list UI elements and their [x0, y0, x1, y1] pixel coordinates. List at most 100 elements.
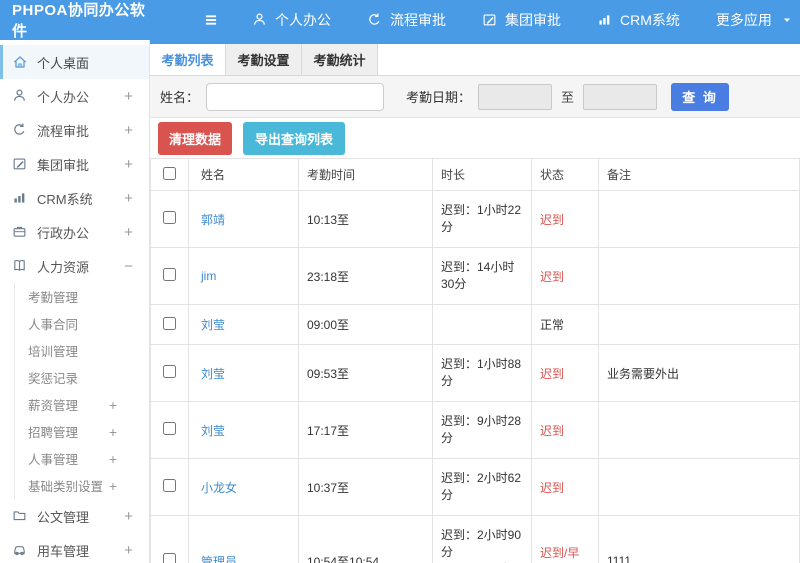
top-nav-item[interactable]: 流程审批	[367, 10, 446, 30]
row-checkbox[interactable]	[163, 268, 176, 281]
sidebar-item-label: 流程审批	[37, 123, 90, 139]
sidebar-subitem[interactable]: 薪资管理 +	[0, 391, 149, 418]
top-nav-item[interactable]: 集团审批	[482, 10, 561, 30]
sidebar-subitem[interactable]: 考勤管理	[0, 283, 149, 310]
sidebar-subitem[interactable]: 人事合同	[0, 310, 149, 337]
col-duration: 时长	[432, 158, 532, 191]
caret-down-icon	[781, 14, 793, 26]
note-cell: 1111	[598, 515, 800, 563]
expand-toggle-icon[interactable]: +	[124, 156, 133, 173]
table-row: 小龙女 10:37至 迟到：2小时62分 迟到	[150, 458, 800, 516]
expand-toggle-icon[interactable]: +	[124, 190, 133, 207]
duration-cell	[432, 304, 532, 345]
expand-toggle-icon[interactable]: +	[124, 224, 133, 241]
hamburger-menu-icon[interactable]	[202, 11, 220, 29]
sidebar-subitem[interactable]: 人事管理 +	[0, 445, 149, 472]
edit-icon	[482, 12, 498, 28]
note-cell: 业务需要外出	[598, 344, 800, 402]
sidebar-item-label: CRM系统	[37, 191, 93, 207]
row-checkbox[interactable]	[163, 365, 176, 378]
top-nav-item[interactable]: 更多应用	[716, 10, 793, 30]
status-cell: 迟到	[531, 190, 599, 248]
duration-cell: 迟到：2小时90分早退：7小时10分	[432, 515, 532, 563]
row-checkbox[interactable]	[163, 422, 176, 435]
attendance-time-cell: 23:18至	[298, 247, 433, 305]
expand-toggle-icon[interactable]: +	[109, 424, 117, 440]
note-cell	[598, 304, 800, 345]
top-nav-label: 个人办公	[275, 12, 331, 28]
sidebar-item[interactable]: 个人办公 +	[0, 79, 149, 113]
attendance-time-cell: 09:53至	[298, 344, 433, 402]
row-checkbox[interactable]	[163, 211, 176, 224]
tab[interactable]: 考勤统计	[302, 44, 378, 75]
sidebar-item[interactable]: 用车管理 +	[0, 533, 149, 563]
sidebar-subitem[interactable]: 培训管理	[0, 337, 149, 364]
name-input[interactable]	[206, 82, 385, 111]
expand-toggle-icon[interactable]: +	[124, 88, 133, 105]
export-list-button[interactable]: 导出查询列表	[243, 121, 346, 155]
sidebar-item[interactable]: 集团审批 +	[0, 147, 149, 181]
sidebar-item[interactable]: 公文管理 +	[0, 499, 149, 533]
sidebar-subitem-label: 招聘管理	[28, 426, 79, 440]
top-nav-label: 更多应用	[715, 12, 772, 28]
row-checkbox[interactable]	[163, 316, 176, 330]
sidebar-subitem-label: 人事合同	[28, 318, 79, 332]
sidebar-subitem[interactable]: 基础类别设置 +	[0, 472, 149, 499]
sidebar-item[interactable]: 流程审批 +	[0, 113, 149, 147]
status-cell: 迟到	[531, 401, 599, 459]
date-to-input[interactable]	[583, 83, 658, 110]
expand-toggle-icon[interactable]: +	[124, 508, 133, 525]
sidebar-item[interactable]: CRM系统 +	[0, 181, 149, 215]
employee-name-link[interactable]: 郭靖	[201, 213, 225, 227]
table-row: 郭靖 10:13至 迟到：1小时22分 迟到	[150, 190, 800, 248]
attendance-time-cell: 10:54至10:54	[298, 515, 433, 563]
sidebar-item[interactable]: 人力资源 −	[0, 249, 149, 283]
sidebar-item-label: 个人办公	[37, 89, 90, 105]
top-nav-item[interactable]: 个人办公	[252, 10, 331, 30]
search-button[interactable]: 查 询	[671, 82, 730, 111]
attendance-time-cell: 10:13至	[298, 190, 433, 248]
sidebar-item[interactable]: 个人桌面	[0, 45, 149, 79]
col-time: 考勤时间	[298, 158, 433, 191]
employee-name-link[interactable]: jim	[201, 269, 216, 283]
sidebar-subitem[interactable]: 奖惩记录	[0, 364, 149, 391]
sidebar-item-label: 集团审批	[37, 157, 90, 173]
sidebar-subitem[interactable]: 招聘管理 +	[0, 418, 149, 445]
duration-cell: 迟到：14小时30分	[432, 247, 532, 305]
sidebar: 个人桌面 个人办公 + 流程审批 + 集团审批 + CRM系统 + 行政办公 +…	[0, 40, 150, 563]
expand-toggle-icon[interactable]: −	[124, 258, 133, 275]
employee-name-link[interactable]: 管理员	[201, 555, 237, 563]
date-from-input[interactable]	[478, 83, 553, 110]
sidebar-item-label: 行政办公	[37, 225, 90, 241]
duration-cell: 迟到：1小时88分	[432, 344, 532, 402]
date-label: 考勤日期：	[406, 90, 472, 105]
expand-toggle-icon[interactable]: +	[124, 122, 133, 139]
employee-name-link[interactable]: 小龙女	[201, 481, 237, 495]
expand-toggle-icon[interactable]: +	[109, 478, 117, 494]
employee-name-link[interactable]: 刘莹	[201, 367, 225, 381]
briefcase-icon	[12, 224, 28, 240]
top-nav-item[interactable]: CRM系统	[597, 10, 680, 30]
sidebar-subitem-label: 培训管理	[28, 345, 79, 359]
tab[interactable]: 考勤列表	[150, 44, 226, 75]
sidebar-subitem-label: 薪资管理	[28, 399, 79, 413]
expand-toggle-icon[interactable]: +	[124, 542, 133, 559]
duration-cell: 迟到：9小时28分	[432, 401, 532, 459]
tab[interactable]: 考勤设置	[226, 44, 302, 75]
employee-name-link[interactable]: 刘莹	[201, 424, 225, 438]
expand-toggle-icon[interactable]: +	[109, 451, 117, 467]
process-icon	[367, 12, 383, 28]
sidebar-item-label: 用车管理	[37, 543, 90, 559]
sidebar-item[interactable]: 行政办公 +	[0, 215, 149, 249]
user-icon	[12, 88, 28, 104]
employee-name-link[interactable]: 刘莹	[201, 318, 225, 332]
row-checkbox[interactable]	[163, 479, 176, 492]
clear-data-button[interactable]: 清理数据	[158, 121, 233, 155]
note-cell	[598, 247, 800, 305]
folder-icon	[12, 508, 28, 524]
expand-toggle-icon[interactable]: +	[109, 397, 117, 413]
sidebar-subitem-label: 奖惩记录	[28, 372, 79, 386]
select-all-checkbox[interactable]	[163, 166, 176, 180]
date-to-label: 至	[561, 90, 575, 105]
row-checkbox[interactable]	[163, 553, 176, 563]
